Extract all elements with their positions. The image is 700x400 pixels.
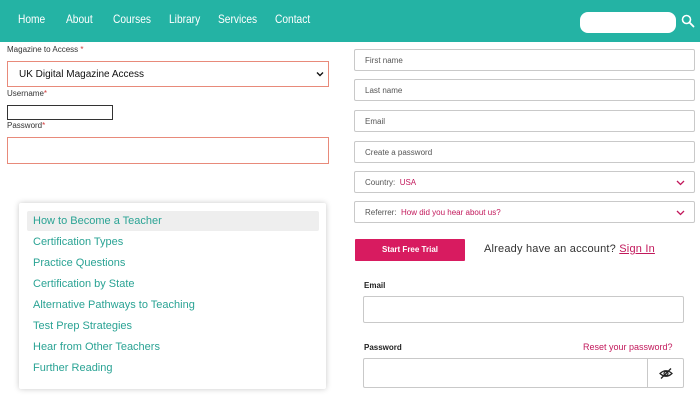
already-have-account: Already have an account? Sign In	[484, 243, 655, 255]
email-placeholder: Email	[365, 117, 386, 126]
chevron-down-icon	[316, 72, 324, 77]
referrer-label-text: Referrer:	[365, 208, 397, 217]
menu-item-alternative-pathways[interactable]: Alternative Pathways to Teaching	[27, 295, 319, 315]
nav-library[interactable]: Library	[169, 12, 200, 26]
nav-about[interactable]: About	[66, 12, 93, 26]
nav-home[interactable]: Home	[18, 12, 45, 26]
password-input[interactable]	[7, 137, 329, 164]
nav-services[interactable]: Services	[218, 12, 257, 26]
email-input[interactable]	[363, 296, 684, 323]
top-nav: Home About Courses Library Services Cont…	[0, 0, 700, 42]
magazine-label-text: Magazine to Access	[7, 45, 79, 54]
search-icon[interactable]	[681, 14, 695, 28]
country-value: USA	[399, 178, 417, 187]
create-password-placeholder: Create a password	[365, 148, 433, 157]
magazine-label: Magazine to Access *	[7, 45, 84, 54]
referrer-select[interactable]: Referrer: How did you hear about us?	[354, 201, 695, 223]
magazine-select[interactable]: UK Digital Magazine Access	[7, 61, 329, 87]
magazine-select-value: UK Digital Magazine Access	[19, 69, 145, 80]
required-mark: *	[43, 89, 48, 98]
password-label-text: Password	[7, 121, 43, 130]
menu-item-practice-questions[interactable]: Practice Questions	[27, 253, 319, 273]
country-label: Country: USA	[365, 178, 416, 187]
sign-in-link[interactable]: Sign In	[619, 243, 655, 255]
chevron-down-icon	[676, 180, 685, 186]
username-label-text: Username	[7, 89, 44, 98]
email-signup-field[interactable]: Email	[354, 110, 695, 132]
country-select[interactable]: Country: USA	[354, 171, 695, 193]
search-input[interactable]	[580, 12, 676, 33]
country-label-text: Country:	[365, 178, 396, 187]
toggle-password-visibility-button[interactable]	[647, 358, 684, 388]
chevron-down-icon	[676, 210, 685, 216]
menu-item-become-teacher[interactable]: How to Become a Teacher	[27, 211, 319, 231]
menu-item-test-prep[interactable]: Test Prep Strategies	[27, 316, 319, 336]
start-free-trial-button[interactable]: Start Free Trial	[355, 239, 465, 261]
required-mark: *	[80, 45, 84, 54]
referrer-label: Referrer: How did you hear about us?	[365, 208, 501, 217]
nav-contact[interactable]: Contact	[275, 12, 310, 26]
nav-courses[interactable]: Courses	[113, 12, 151, 26]
username-label: Username*	[7, 89, 47, 98]
required-mark: *	[42, 121, 46, 130]
password-label: Password*	[7, 121, 45, 130]
first-name-placeholder: First name	[365, 56, 403, 65]
menu-item-certification-by-state[interactable]: Certification by State	[27, 274, 319, 294]
menu-item-certification-types[interactable]: Certification Types	[27, 232, 319, 252]
menu-item-further-reading[interactable]: Further Reading	[27, 358, 319, 378]
menu-item-hear-from-teachers[interactable]: Hear from Other Teachers	[27, 337, 319, 357]
signin-password-label: Password	[364, 343, 402, 352]
teacher-menu-card: How to Become a Teacher Certification Ty…	[19, 203, 326, 389]
eye-slash-icon	[659, 368, 673, 379]
last-name-field[interactable]: Last name	[354, 79, 695, 101]
first-name-field[interactable]: First name	[354, 49, 695, 71]
email-label: Email	[364, 281, 386, 290]
last-name-placeholder: Last name	[365, 86, 403, 95]
reset-password-link[interactable]: Reset your password?	[583, 342, 673, 352]
create-password-field[interactable]: Create a password	[354, 141, 695, 163]
already-text: Already have an account?	[484, 243, 616, 255]
signin-password-input[interactable]	[363, 358, 647, 388]
referrer-value: How did you hear about us?	[401, 208, 501, 217]
username-input[interactable]	[7, 105, 113, 120]
